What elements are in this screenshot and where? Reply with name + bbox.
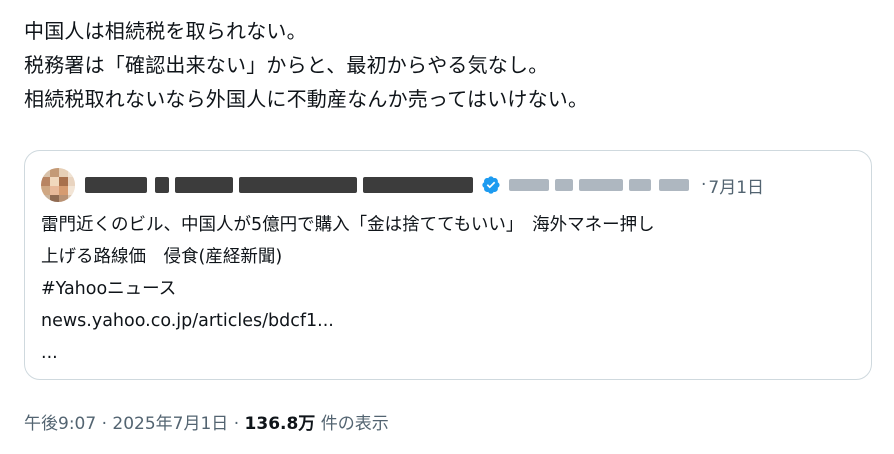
quoted-tweet-text: 雷門近くのビル、中国人が5億円で購入「金は捨ててもいい」 海外マネー押し 上げる…: [41, 209, 856, 369]
separator-dot: ·: [96, 414, 113, 434]
tweet-text: 中国人は相続税を取られない。 税務署は「確認出来ない」からと、最初からやる気なし…: [24, 14, 874, 116]
quoted-tweet-date[interactable]: 7月1日: [708, 173, 764, 198]
avatar[interactable]: [41, 168, 75, 202]
quoted-tweet-card[interactable]: · 7月1日 雷門近くのビル、中国人が5億円で購入「金は捨ててもいい」 海外マネ…: [24, 150, 872, 380]
separator-dot: ·: [228, 414, 245, 434]
view-count: 136.8万: [244, 414, 316, 434]
hashtag-link[interactable]: #Yahooニュース: [41, 273, 856, 305]
article-link[interactable]: news.yahoo.co.jp/articles/bdcf1...: [41, 305, 856, 337]
tweet: 中国人は相続税を取られない。 税務署は「確認出来ない」からと、最初からやる気なし…: [24, 14, 874, 116]
blurred-display-name[interactable]: [85, 177, 475, 193]
tweet-text-line: 税務署は「確認出来ない」からと、最初からやる気なし。: [24, 53, 549, 77]
post-date[interactable]: 2025年7月1日: [112, 414, 228, 434]
tweet-text-line: 相続税取れないなら外国人に不動産なんか売ってはいけない。: [24, 87, 589, 111]
blurred-handle[interactable]: [509, 178, 699, 192]
quoted-tweet-header: · 7月1日: [41, 167, 764, 203]
tweet-metadata: 午後9:07 · 2025年7月1日 · 136.8万 件の表示: [24, 409, 389, 434]
tweet-text-line: 中国人は相続税を取られない。: [24, 19, 307, 43]
post-time[interactable]: 午後9:07: [24, 414, 96, 434]
quoted-tweet-line: 上げる路線価 侵食(産経新聞): [41, 247, 283, 267]
view-count-label: 件の表示: [315, 414, 389, 434]
ellipsis: ...: [41, 343, 58, 363]
verified-badge-icon: [482, 176, 500, 194]
quoted-tweet-line: 雷門近くのビル、中国人が5億円で購入「金は捨ててもいい」 海外マネー押し: [41, 215, 655, 235]
separator-dot: ·: [701, 175, 707, 195]
